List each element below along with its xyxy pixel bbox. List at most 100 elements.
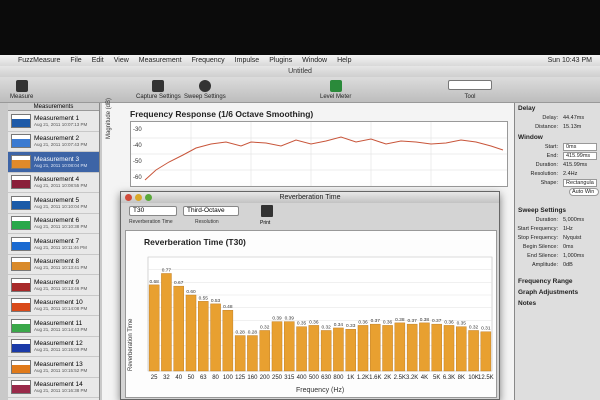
- measurement-thumbnail-fill: [12, 364, 30, 373]
- sweep-settings-button[interactable]: Sweep Settings: [184, 80, 226, 100]
- bar-value-label: 0.33: [346, 323, 356, 329]
- bar: [345, 328, 356, 372]
- measurement-item[interactable]: Measurement 2 Aug 21, 2011 10:07:43 PM: [8, 132, 99, 152]
- frequency-response-curve: [144, 136, 504, 181]
- dialog-title-bar[interactable]: Reverberation Time: [121, 192, 499, 203]
- measurement-name: Measurement 1: [34, 114, 80, 122]
- menu-item-window[interactable]: Window: [302, 57, 327, 64]
- frequency-response-plot[interactable]: -30 -40 -50 -60: [130, 121, 508, 187]
- bar: [333, 327, 344, 372]
- measurement-thumbnail-fill: [12, 139, 30, 148]
- measurement-item[interactable]: Measurement 4 Aug 21, 2011 10:08:55 PM: [8, 173, 99, 193]
- end-silence-value[interactable]: 1,000ms: [563, 253, 584, 259]
- end-field[interactable]: 415.99ms: [563, 152, 597, 160]
- bar-value-label: 0.39: [285, 316, 295, 322]
- metric-select[interactable]: T30: [129, 206, 177, 216]
- start-frequency-value[interactable]: 1Hz: [563, 226, 573, 232]
- measurement-item[interactable]: Measurement 12 Aug 21, 2011 10:15:09 PM: [8, 337, 99, 357]
- measurement-thumbnail-fill: [12, 241, 30, 250]
- measurement-date: Aug 21, 2011 10:11:46 PM: [34, 244, 87, 250]
- bar: [394, 322, 406, 372]
- measurement-item[interactable]: Measurement 1 Aug 21, 2011 10:07:13 PM: [8, 111, 99, 132]
- capture-settings-button[interactable]: Capture Settings: [136, 80, 181, 100]
- print-icon[interactable]: [261, 205, 273, 217]
- x-tick-label: 8K: [458, 375, 465, 381]
- bar: [468, 330, 479, 372]
- resolution-select[interactable]: Third-Octave: [183, 206, 239, 216]
- measurement-thumbnail: [11, 339, 31, 354]
- zoom-button[interactable]: [145, 194, 152, 201]
- inspector-panel: Delay Delay: 44.47ms Distance: 15.13m Wind…: [514, 103, 600, 400]
- frequency-range-section-header[interactable]: Frequency Range: [515, 276, 600, 287]
- stop-frequency-label: Stop Frequency:: [517, 235, 558, 241]
- measurement-item[interactable]: Measurement 10 Aug 21, 2011 10:14:08 PM: [8, 296, 99, 316]
- frequency-response-title: Frequency Response (1/6 Octave Smoothing…: [130, 109, 314, 119]
- menu-item-help[interactable]: Help: [337, 57, 351, 64]
- tool-selector[interactable]: Tool: [448, 80, 492, 100]
- amplitude-value[interactable]: 0dB: [563, 262, 573, 268]
- bar-value-label: 0.37: [371, 318, 381, 324]
- graph-adjustments-section-header[interactable]: Graph Adjustments: [515, 287, 600, 298]
- reverberation-time-window: Reverberation Time T30 Reverberation Tim…: [120, 191, 500, 400]
- menu-item-impulse[interactable]: Impulse: [235, 57, 260, 64]
- begin-silence-label: Begin Silence:: [522, 244, 558, 250]
- sidebar-header: Measurements: [8, 103, 99, 111]
- menu-item-view[interactable]: View: [114, 57, 129, 64]
- bar: [431, 323, 442, 372]
- dialog-toolbar: T30 Reverberation Time Third-Octave Reso…: [121, 203, 499, 229]
- bar: [284, 321, 295, 372]
- measurement-item[interactable]: Measurement 14 Aug 21, 2011 10:16:38 PM: [8, 378, 99, 398]
- auto-window-button[interactable]: Auto Win: [569, 188, 599, 196]
- x-tick-label: 80: [212, 375, 219, 381]
- bar-value-label: 0.35: [457, 321, 467, 327]
- menu-item-edit[interactable]: Edit: [92, 57, 104, 64]
- delay-section-header[interactable]: Delay: [515, 103, 600, 114]
- x-tick-label: 2K: [384, 375, 391, 381]
- measurement-item[interactable]: Measurement 7 Aug 21, 2011 10:11:46 PM: [8, 234, 99, 255]
- measurement-item[interactable]: Measurement 5 Aug 21, 2011 10:10:04 PM: [8, 193, 99, 214]
- menu-item-plugins[interactable]: Plugins: [269, 57, 292, 64]
- measurement-item[interactable]: Measurement 11 Aug 21, 2011 10:14:43 PM: [8, 316, 99, 337]
- resolution-select-label: Resolution: [195, 219, 219, 225]
- close-button[interactable]: [125, 194, 132, 201]
- measurement-date: Aug 21, 2011 10:07:43 PM: [34, 142, 88, 148]
- measurement-thumbnail-fill: [12, 159, 30, 168]
- measurement-name: Measurement 2: [34, 135, 80, 143]
- menu-item-file[interactable]: File: [70, 57, 81, 64]
- stop-frequency-value[interactable]: Nyquist: [563, 235, 581, 241]
- bar-value-label: 0.34: [334, 322, 344, 328]
- start-frequency-label: Start Frequency:: [517, 226, 558, 232]
- x-tick-label: 1K: [347, 375, 354, 381]
- menu-clock[interactable]: Sun 10:43 PM: [548, 57, 592, 64]
- measure-button[interactable]: Measure: [10, 80, 33, 100]
- measurement-item[interactable]: Measurement 3 Aug 21, 2011 10:08:04 PM: [8, 152, 99, 173]
- level-meter-button[interactable]: Level Meter: [320, 80, 351, 100]
- sweep-section-header[interactable]: Sweep Settings: [515, 205, 600, 216]
- bar-value-label: 0.35: [297, 321, 307, 327]
- menu-item-frequency[interactable]: Frequency: [192, 57, 225, 64]
- measurement-thumbnail: [11, 154, 31, 169]
- measurement-thumbnail-fill: [12, 303, 30, 312]
- measurement-item[interactable]: Measurement 8 Aug 21, 2011 10:13:41 PM: [8, 255, 99, 275]
- minimize-button[interactable]: [135, 194, 142, 201]
- measurement-date: Aug 21, 2011 10:15:09 PM: [34, 347, 88, 353]
- measurement-thumbnail: [11, 216, 31, 231]
- menu-item-app[interactable]: FuzzMeasure: [18, 57, 60, 64]
- measurement-thumbnail: [11, 277, 31, 292]
- begin-silence-value[interactable]: 0ms: [563, 244, 573, 250]
- window-section-header[interactable]: Window: [515, 132, 600, 143]
- sweep-duration-value[interactable]: 5,000ms: [563, 217, 584, 223]
- notes-section-header[interactable]: Notes: [515, 298, 600, 309]
- tool-segmented-control[interactable]: [448, 80, 492, 90]
- measurement-item[interactable]: Measurement 6 Aug 21, 2011 10:10:38 PM: [8, 214, 99, 234]
- shape-select[interactable]: Rectangula: [563, 179, 597, 187]
- x-tick-label: 40: [175, 375, 182, 381]
- menu-item-measurement[interactable]: Measurement: [139, 57, 182, 64]
- x-tick-label: 500: [309, 375, 320, 381]
- measurement-list: Measurement 1 Aug 21, 2011 10:07:13 PM Mea…: [8, 111, 99, 398]
- end-label: End:: [546, 153, 558, 159]
- measurement-item[interactable]: Measurement 9 Aug 21, 2011 10:13:46 PM: [8, 275, 99, 296]
- start-field[interactable]: 0ms: [563, 143, 597, 151]
- measurement-item[interactable]: Measurement 13 Aug 21, 2011 10:15:52 PM: [8, 357, 99, 378]
- measurement-sidebar: Measurements Measurement 1 Aug 21, 2011 1…: [8, 103, 100, 400]
